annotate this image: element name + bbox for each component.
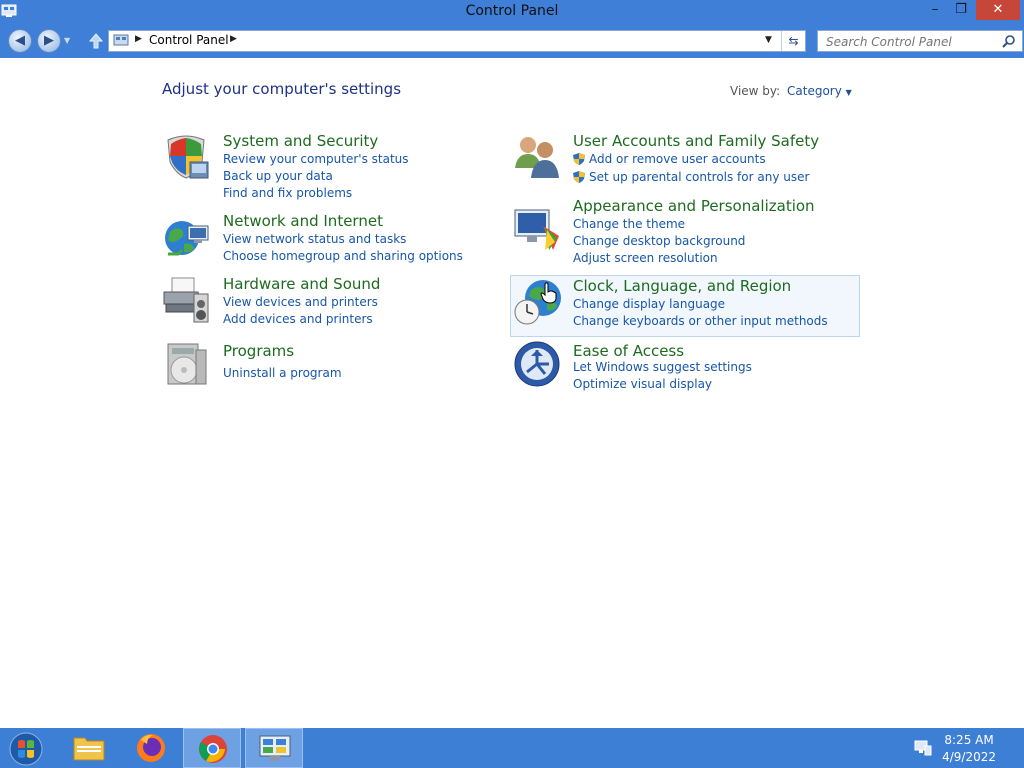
start-button[interactable] [0, 728, 58, 768]
folder-icon [73, 737, 105, 761]
close-button[interactable]: ✕ [976, 0, 1020, 20]
link-desktop-background[interactable]: Change desktop background [573, 234, 745, 248]
category-programs[interactable]: Programs [223, 342, 294, 360]
control-panel-icon [259, 735, 291, 761]
link-screen-resolution[interactable]: Adjust screen resolution [573, 251, 718, 265]
address-bar[interactable]: ▶ Control Panel ▶ ▼ ⇆ [108, 30, 806, 52]
link-parental-controls[interactable]: Set up parental controls for any user [589, 170, 809, 184]
link-homegroup-sharing[interactable]: Choose homegroup and sharing options [223, 249, 463, 263]
main-content: Adjust your computer's settings View by:… [0, 58, 1024, 728]
up-arrow-icon[interactable] [88, 32, 104, 50]
link-add-remove-accounts[interactable]: Add or remove user accounts [589, 152, 766, 166]
taskbar: 8:25 AM 4/9/2022 [0, 728, 1024, 768]
view-by-label: View by: [730, 84, 781, 98]
taskbar-firefox[interactable] [122, 728, 180, 768]
printer-speaker-icon[interactable] [162, 276, 210, 324]
minimize-button[interactable]: – [922, 0, 948, 20]
forward-arrow-icon: ▶ [44, 33, 54, 48]
clock-date: 4/9/2022 [942, 750, 996, 764]
refresh-icon[interactable]: ⇆ [781, 31, 805, 51]
back-arrow-icon: ◀ [15, 33, 25, 48]
link-back-up-data[interactable]: Back up your data [223, 169, 333, 183]
taskbar-file-explorer[interactable] [60, 728, 118, 768]
category-appearance[interactable]: Appearance and Personalization [573, 197, 815, 215]
ease-of-access-icon[interactable] [513, 340, 561, 388]
address-dropdown-icon[interactable]: ▼ [765, 35, 772, 45]
firefox-icon [137, 734, 165, 762]
breadcrumb-arrow-icon[interactable]: ▶ [230, 34, 237, 44]
window-title: Control Panel [465, 3, 559, 19]
clock-time: 8:25 AM [944, 733, 994, 747]
recent-pages-dropdown[interactable]: ▼ [64, 36, 70, 45]
category-network-and-internet[interactable]: Network and Internet [223, 212, 383, 230]
link-find-fix-problems[interactable]: Find and fix problems [223, 186, 352, 200]
link-add-devices-printers[interactable]: Add devices and printers [223, 312, 373, 326]
category-clock-language-region[interactable]: Clock, Language, and Region [573, 277, 791, 295]
category-ease-of-access[interactable]: Ease of Access [573, 342, 684, 360]
link-display-language[interactable]: Change display language [573, 297, 725, 311]
uac-shield-icon [573, 153, 585, 165]
back-button[interactable]: ◀ [8, 29, 32, 53]
link-keyboards-input[interactable]: Change keyboards or other input methods [573, 314, 828, 328]
maximize-button[interactable]: ❐ [948, 0, 974, 20]
search-box[interactable] [817, 30, 1023, 52]
title-bar: Control Panel – ❐ ✕ [0, 0, 1024, 24]
breadcrumb-arrow-icon[interactable]: ▶ [135, 34, 142, 44]
appearance-monitor-icon[interactable] [513, 206, 561, 254]
network-globe-icon[interactable] [162, 214, 210, 262]
user-accounts-icon[interactable] [513, 132, 561, 180]
link-optimize-visual[interactable]: Optimize visual display [573, 377, 712, 391]
security-shield-icon[interactable] [162, 132, 210, 180]
link-uninstall-program[interactable]: Uninstall a program [223, 366, 342, 380]
network-tray-icon[interactable] [914, 740, 932, 756]
category-system-and-security[interactable]: System and Security [223, 132, 378, 150]
category-hardware-and-sound[interactable]: Hardware and Sound [223, 275, 380, 293]
search-icon[interactable] [1002, 34, 1016, 48]
link-network-status[interactable]: View network status and tasks [223, 232, 406, 246]
uac-shield-icon [573, 171, 585, 183]
taskbar-chrome[interactable] [183, 728, 241, 768]
system-clock[interactable]: 8:25 AM 4/9/2022 [942, 732, 996, 766]
taskbar-control-panel[interactable] [245, 728, 303, 768]
search-input[interactable] [826, 32, 1006, 52]
category-user-accounts[interactable]: User Accounts and Family Safety [573, 132, 819, 150]
chevron-down-icon[interactable]: ▼ [846, 88, 852, 97]
programs-disc-icon[interactable] [162, 340, 210, 388]
windows-start-icon [9, 732, 43, 766]
link-windows-suggest[interactable]: Let Windows suggest settings [573, 360, 752, 374]
page-title: Adjust your computer's settings [162, 80, 402, 98]
mouse-cursor-hand-icon [540, 282, 557, 304]
forward-button[interactable]: ▶ [37, 29, 61, 53]
link-view-devices-printers[interactable]: View devices and printers [223, 295, 378, 309]
chrome-icon [199, 735, 227, 763]
breadcrumb-control-panel[interactable]: Control Panel [149, 33, 229, 47]
view-by-value[interactable]: Category [787, 84, 842, 98]
control-panel-icon [113, 34, 129, 46]
view-by-dropdown[interactable]: Category ▼ [787, 84, 852, 98]
link-change-theme[interactable]: Change the theme [573, 217, 685, 231]
link-review-status[interactable]: Review your computer's status [223, 152, 409, 166]
